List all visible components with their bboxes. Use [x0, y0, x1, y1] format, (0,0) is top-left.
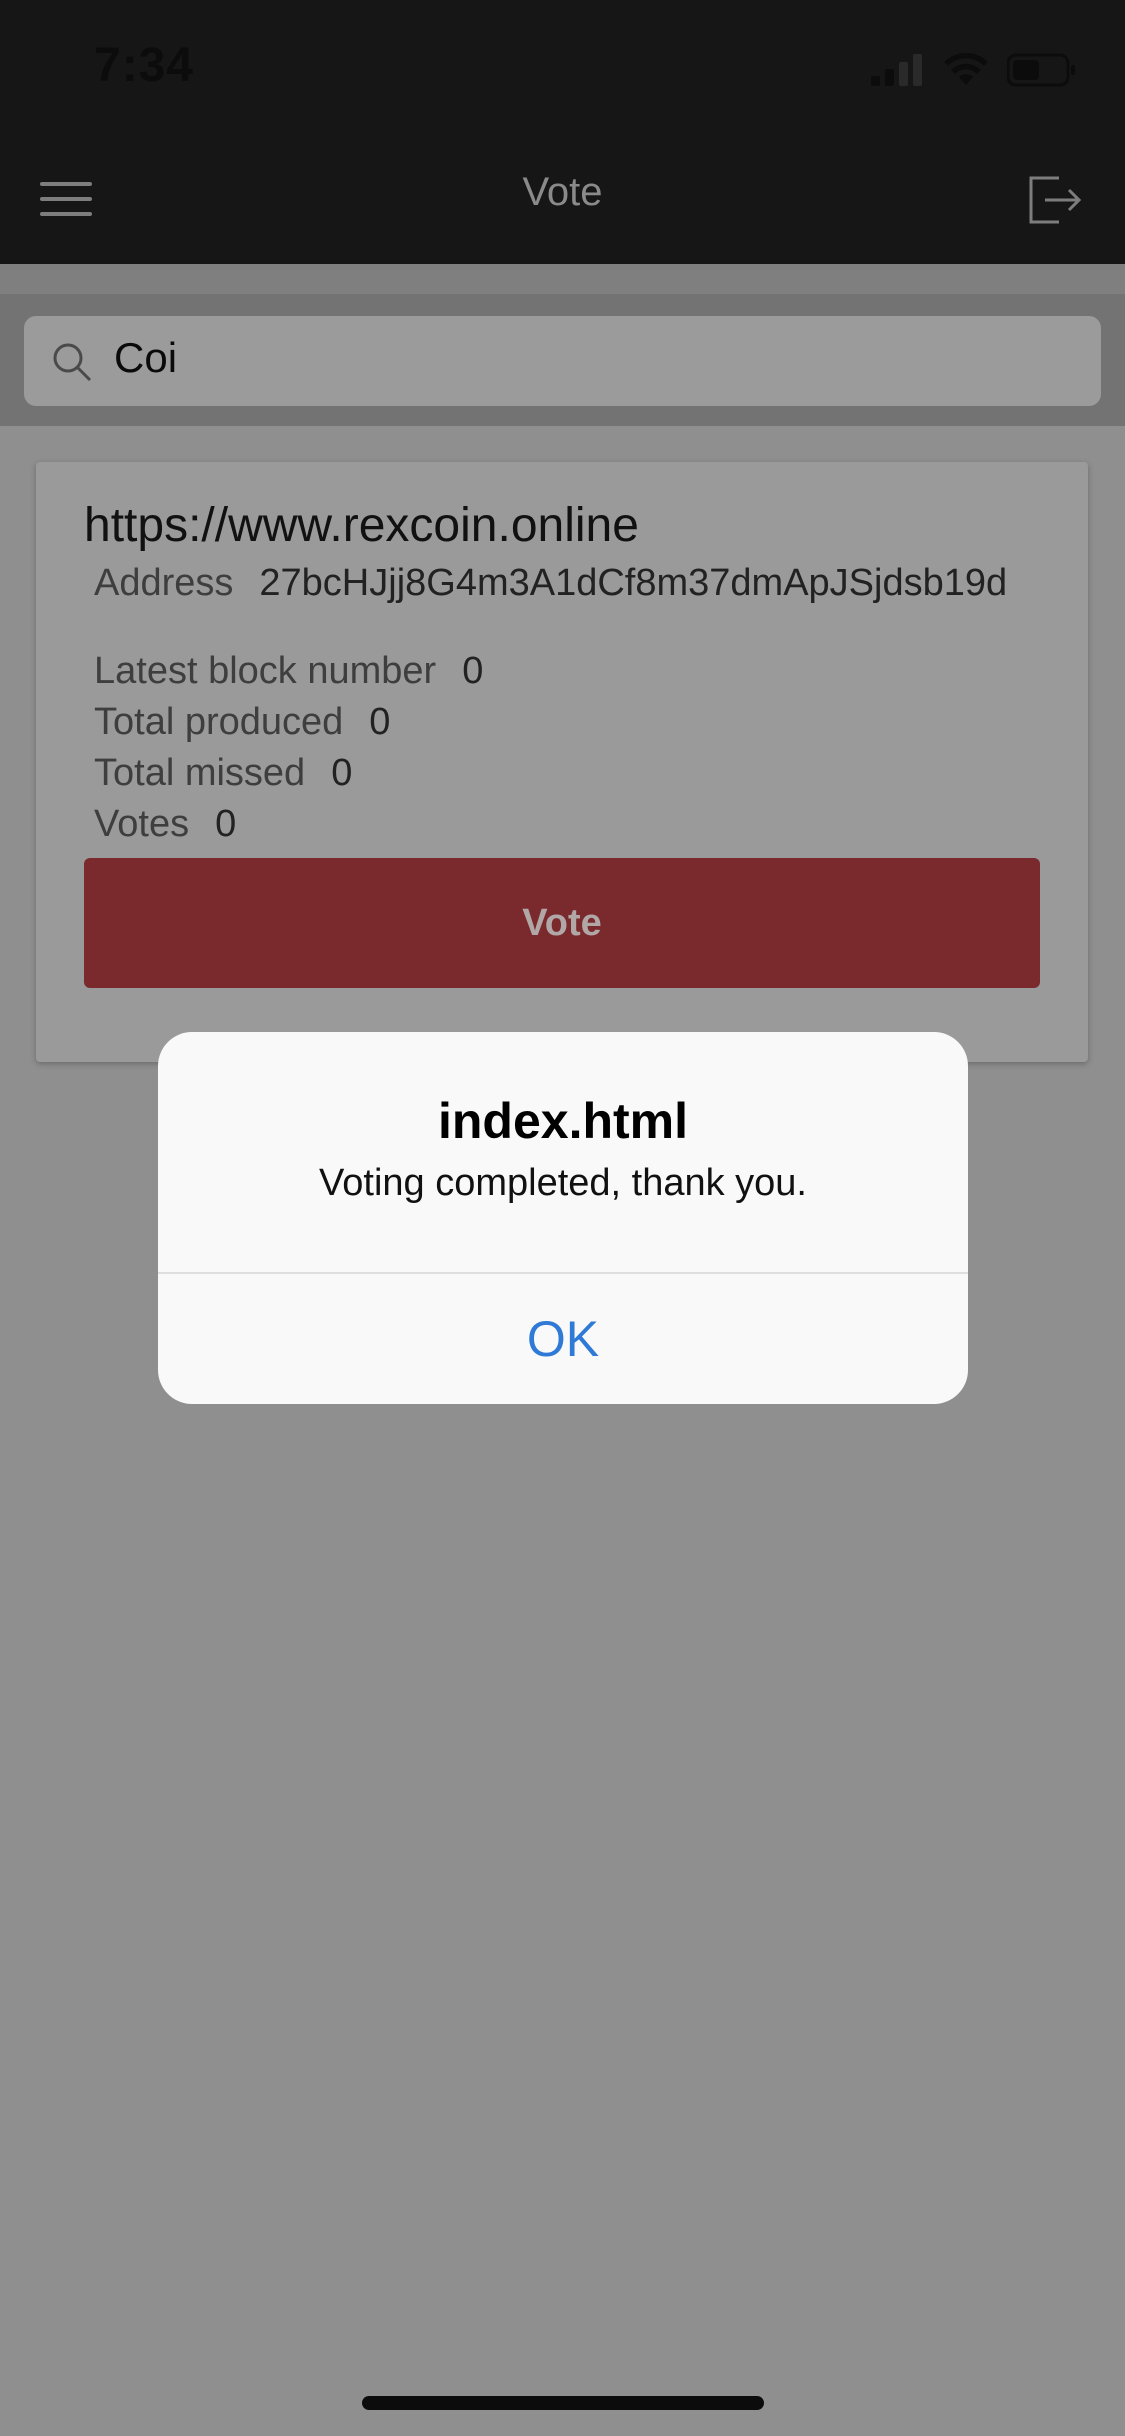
search-value[interactable]: Coi [114, 334, 177, 382]
status-icons [871, 50, 1077, 90]
search-input[interactable]: Coi [24, 316, 1101, 406]
votes-value: 0 [215, 803, 237, 845]
alert-message: Voting completed, thank you. [319, 1162, 807, 1204]
divider-strip [0, 264, 1125, 294]
search-area: Coi [0, 294, 1125, 426]
total-missed-row: Total missed 0 [94, 752, 352, 795]
navigation-bar: Vote [0, 140, 1125, 264]
status-time: 7:34 [94, 39, 195, 92]
latest-block-value: 0 [462, 650, 484, 692]
logout-icon[interactable] [1025, 170, 1085, 230]
alert-dialog: index.html Voting completed, thank you. … [158, 1032, 968, 1404]
address-value: 27bcHJjj8G4m3A1dCf8m37dmApJSjdsb19d [259, 562, 1008, 604]
alert-ok-button[interactable]: OK [158, 1274, 968, 1404]
candidate-card: https://www.rexcoin.online Address 27bcHJ… [36, 462, 1088, 1062]
battery-icon [1007, 53, 1075, 87]
page-title: Vote [522, 170, 603, 214]
total-produced-label: Total produced [94, 701, 344, 743]
search-icon [53, 343, 92, 382]
status-bar: 7:34 [0, 0, 1125, 140]
votes-label: Votes [94, 803, 190, 845]
home-indicator [362, 2396, 764, 2410]
address-row: Address 27bcHJjj8G4m3A1dCf8m37dmApJSjdsb1… [94, 562, 1064, 604]
latest-block-label: Latest block number [94, 650, 437, 692]
total-missed-label: Total missed [94, 752, 306, 794]
latest-block-row: Latest block number 0 [94, 650, 483, 693]
alert-title: index.html [437, 1093, 689, 1149]
cellular-signal-icon [871, 54, 922, 86]
address-label: Address [94, 562, 234, 604]
candidate-url: https://www.rexcoin.online [84, 499, 639, 552]
total-produced-row: Total produced 0 [94, 701, 390, 744]
total-missed-value: 0 [331, 752, 353, 794]
total-produced-value: 0 [369, 701, 391, 743]
wifi-icon [944, 53, 988, 85]
vote-button[interactable]: Vote [84, 858, 1040, 988]
votes-row: Votes 0 [94, 803, 236, 846]
